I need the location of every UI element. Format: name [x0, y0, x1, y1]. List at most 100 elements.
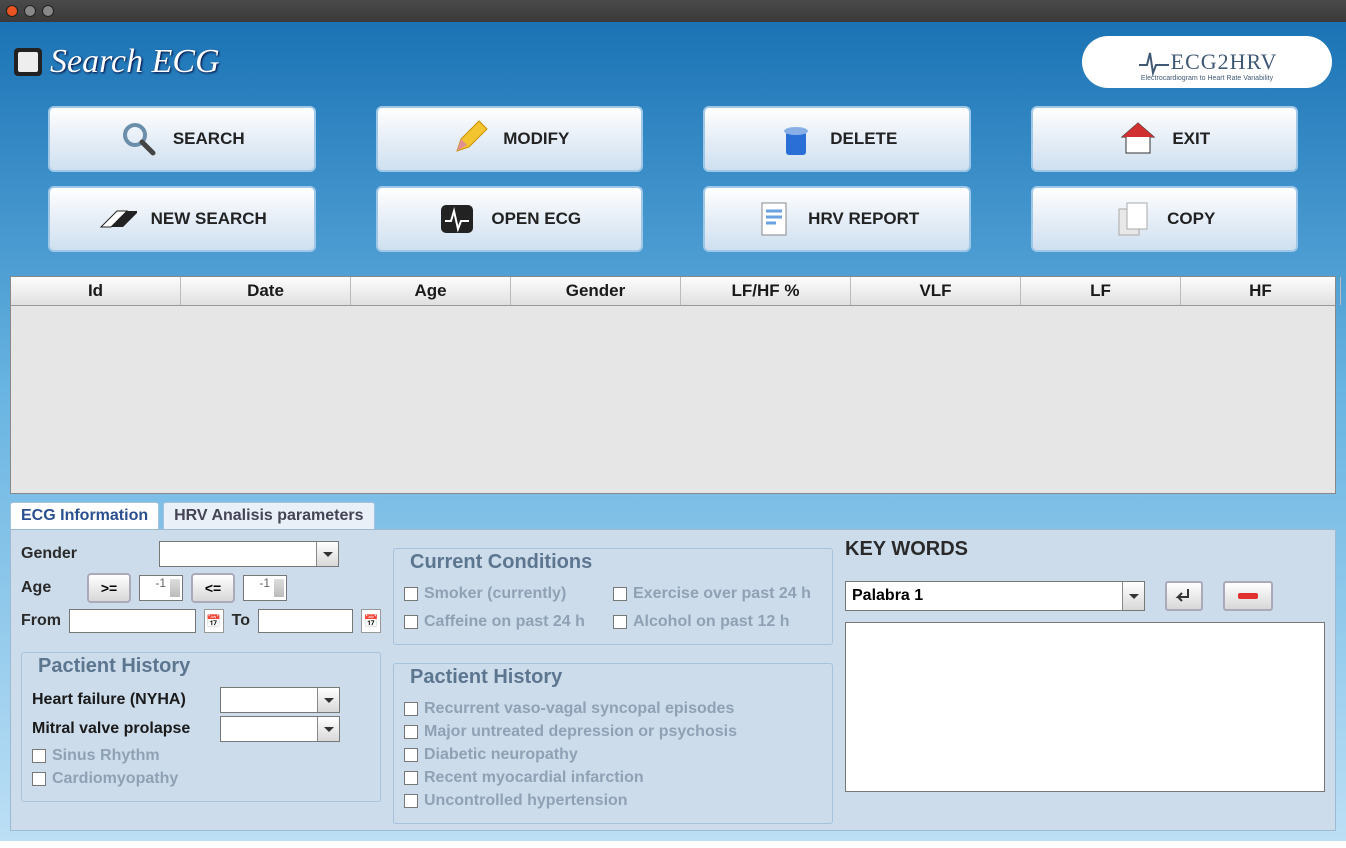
patient-history-title-left: Pactient History: [34, 655, 194, 678]
maximize-icon[interactable]: [42, 5, 54, 17]
search-button[interactable]: SEARCH: [48, 106, 316, 172]
enter-icon: [1174, 587, 1194, 605]
alcohol-label: Alcohol on past 12 h: [633, 613, 789, 631]
main-toolbar: SEARCH MODIFY DELETE EXIT NEW SEARCH OPE…: [10, 92, 1336, 270]
col-hf[interactable]: HF: [1181, 277, 1341, 305]
current-conditions-title: Current Conditions: [406, 551, 596, 574]
open-ecg-label: OPEN ECG: [491, 209, 581, 229]
brand-logo: ECG2HRV Electrocardiogram to Heart Rate …: [1082, 36, 1332, 88]
alcohol-checkbox[interactable]: [613, 615, 627, 629]
page-title: Search ECG: [50, 43, 220, 81]
close-icon[interactable]: [6, 5, 18, 17]
logo-subtext: Electrocardiogram to Heart Rate Variabil…: [1141, 75, 1273, 82]
col-lf[interactable]: LF: [1021, 277, 1181, 305]
calendar-to-icon[interactable]: 📅: [361, 609, 381, 633]
vasovagal-label: Recurrent vaso-vagal syncopal episodes: [424, 700, 734, 718]
cardiomyopathy-checkbox[interactable]: [32, 772, 46, 786]
window-titlebar: [0, 0, 1346, 22]
exit-label: EXIT: [1172, 129, 1210, 149]
trash-icon: [776, 119, 816, 159]
keywords-textarea[interactable]: [845, 622, 1325, 792]
home-icon: [1118, 119, 1158, 159]
filter-panel: Gender Age >= -1 <= -1 From 📅 To 📅: [10, 529, 1336, 831]
smoker-label: Smoker (currently): [424, 585, 566, 603]
caffeine-checkbox[interactable]: [404, 615, 418, 629]
heart-failure-label: Heart failure (NYHA): [32, 691, 212, 709]
smoker-checkbox[interactable]: [404, 587, 418, 601]
results-table[interactable]: Id Date Age Gender LF/HF % VLF LF HF: [10, 276, 1336, 494]
copy-icon: [1113, 199, 1153, 239]
date-from-input[interactable]: [69, 609, 196, 633]
ecg-monitor-icon: [437, 199, 477, 239]
minus-icon: [1236, 591, 1260, 601]
hypertension-label: Uncontrolled hypertension: [424, 792, 628, 810]
age-label: Age: [21, 579, 79, 597]
gender-label: Gender: [21, 545, 151, 563]
sinus-checkbox[interactable]: [32, 749, 46, 763]
hrv-report-button[interactable]: HRV REPORT: [703, 186, 971, 252]
date-to-input[interactable]: [258, 609, 353, 633]
open-ecg-button[interactable]: OPEN ECG: [376, 186, 644, 252]
report-icon: [754, 199, 794, 239]
depression-checkbox[interactable]: [404, 725, 418, 739]
keyword-remove-button[interactable]: [1223, 581, 1273, 611]
copy-button[interactable]: COPY: [1031, 186, 1299, 252]
tab-hrv-parameters[interactable]: HRV Analisis parameters: [163, 502, 374, 529]
diabetic-label: Diabetic neuropathy: [424, 746, 578, 764]
chevron-down-icon: [316, 542, 338, 566]
from-label: From: [21, 612, 61, 630]
age-from-spinner[interactable]: -1: [139, 575, 183, 601]
age-ge-button[interactable]: >=: [87, 573, 131, 603]
age-le-button[interactable]: <=: [191, 573, 235, 603]
mitral-select[interactable]: [220, 716, 340, 742]
new-search-button[interactable]: NEW SEARCH: [48, 186, 316, 252]
to-label: To: [232, 612, 250, 630]
col-age[interactable]: Age: [351, 277, 511, 305]
hypertension-checkbox[interactable]: [404, 794, 418, 808]
diabetic-checkbox[interactable]: [404, 748, 418, 762]
app-frame: Search ECG ECG2HRV Electrocardiogram to …: [0, 22, 1346, 841]
cardiomyopathy-label: Cardiomyopathy: [52, 770, 178, 788]
mitral-label: Mitral valve prolapse: [32, 720, 212, 738]
mi-label: Recent myocardial infarction: [424, 769, 644, 787]
col-gender[interactable]: Gender: [511, 277, 681, 305]
col-vlf[interactable]: VLF: [851, 277, 1021, 305]
calendar-from-icon[interactable]: 📅: [204, 609, 224, 633]
col-lfhf[interactable]: LF/HF %: [681, 277, 851, 305]
caffeine-label: Caffeine on past 24 h: [424, 613, 585, 631]
logo-text: ECG2HRV: [1171, 49, 1278, 75]
delete-button[interactable]: DELETE: [703, 106, 971, 172]
tab-ecg-information[interactable]: ECG Information: [10, 502, 159, 529]
vasovagal-checkbox[interactable]: [404, 702, 418, 716]
minimize-icon[interactable]: [24, 5, 36, 17]
exercise-label: Exercise over past 24 h: [633, 585, 811, 603]
copy-label: COPY: [1167, 209, 1215, 229]
chevron-down-icon: [317, 688, 339, 712]
modify-button[interactable]: MODIFY: [376, 106, 644, 172]
search-label: SEARCH: [173, 129, 245, 149]
patient-history-title-right: Pactient History: [406, 666, 566, 689]
chevron-down-icon: [1122, 582, 1144, 610]
keyword-select[interactable]: Palabra 1: [845, 581, 1145, 611]
magnifier-icon: [119, 119, 159, 159]
col-date[interactable]: Date: [181, 277, 351, 305]
exit-button[interactable]: EXIT: [1031, 106, 1299, 172]
app-icon: [14, 48, 42, 76]
keywords-title: KEY WORDS: [845, 538, 1325, 561]
delete-label: DELETE: [830, 129, 897, 149]
gender-select[interactable]: [159, 541, 339, 567]
sinus-label: Sinus Rhythm: [52, 747, 160, 765]
hrv-report-label: HRV REPORT: [808, 209, 919, 229]
col-id[interactable]: Id: [11, 277, 181, 305]
age-to-spinner[interactable]: -1: [243, 575, 287, 601]
depression-label: Major untreated depression or psychosis: [424, 723, 737, 741]
heart-failure-select[interactable]: [220, 687, 340, 713]
pencil-icon: [449, 119, 489, 159]
modify-label: MODIFY: [503, 129, 569, 149]
keyword-selected: Palabra 1: [852, 587, 923, 605]
table-header-row: Id Date Age Gender LF/HF % VLF LF HF: [11, 277, 1335, 306]
exercise-checkbox[interactable]: [613, 587, 627, 601]
keyword-add-button[interactable]: [1165, 581, 1203, 611]
chevron-down-icon: [317, 717, 339, 741]
mi-checkbox[interactable]: [404, 771, 418, 785]
